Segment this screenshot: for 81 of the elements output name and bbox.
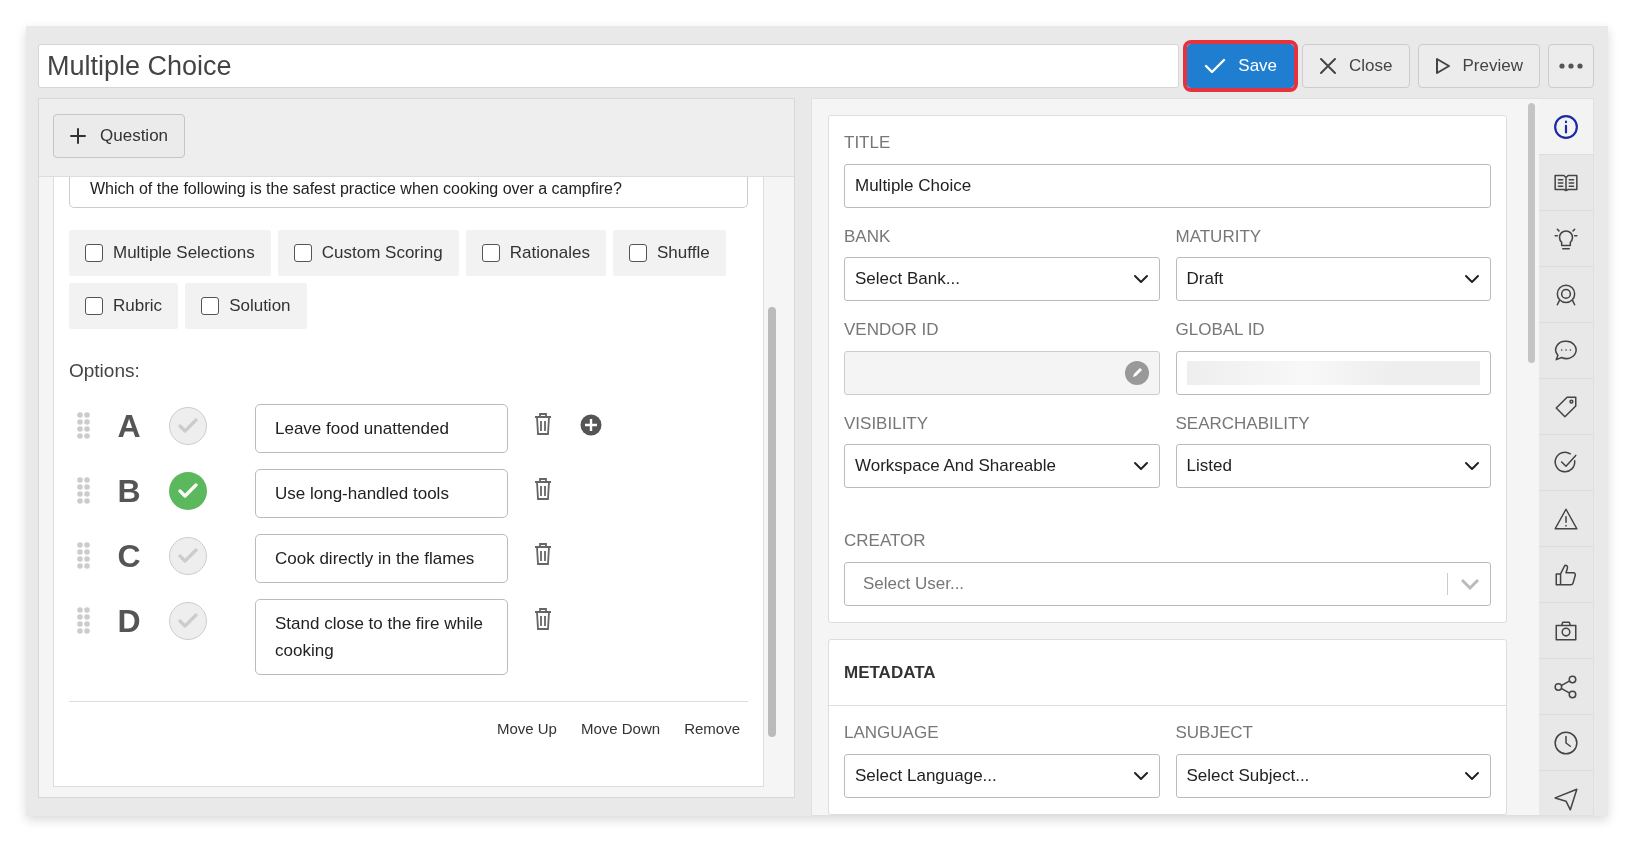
action-link[interactable]: Remove: [684, 717, 740, 740]
select-field[interactable]: Draft: [1175, 257, 1491, 301]
field-label: VENDOR ID: [844, 319, 940, 341]
more-icon: [1559, 63, 1583, 69]
scrollbar-thumb[interactable]: [1527, 103, 1535, 363]
check-icon: [178, 612, 198, 629]
sidebar-tab[interactable]: [1539, 99, 1593, 155]
tag-icon: [1553, 393, 1579, 420]
check-icon: [178, 482, 198, 499]
check-icon: [1204, 57, 1227, 75]
delete-button[interactable]: [532, 541, 554, 568]
correct-toggle[interactable]: [169, 406, 207, 445]
plus-icon: [70, 128, 86, 144]
check-icon: [178, 547, 198, 564]
chevron-icon: [1132, 461, 1149, 471]
field-label: BANK: [844, 225, 892, 248]
setting-checkbox[interactable]: Custom Scoring: [277, 230, 459, 276]
correct-toggle[interactable]: [169, 536, 207, 575]
select-field[interactable]: Listed: [1175, 444, 1491, 488]
user-select-field[interactable]: Select User...: [844, 561, 1491, 606]
action-link[interactable]: Move Up: [496, 717, 557, 740]
setting-checkbox[interactable]: Multiple Selections: [69, 230, 271, 276]
action-link[interactable]: Move Down: [580, 717, 661, 740]
close-button[interactable]: Close: [1302, 44, 1410, 88]
option-letter: B: [116, 471, 142, 511]
drag-handle-icon: [77, 541, 90, 569]
field-label: MATURITY: [1175, 225, 1263, 248]
option-letter: D: [116, 601, 142, 641]
delete-button[interactable]: [532, 476, 554, 503]
drag-handle-icon: [77, 606, 90, 634]
field-label: VISIBILITY: [844, 412, 930, 435]
chevron-icon: [1464, 274, 1480, 284]
chevron-icon: [1460, 577, 1480, 590]
setting-checkbox[interactable]: Rubric: [69, 283, 179, 329]
text-field[interactable]: Multiple Choice: [844, 163, 1491, 208]
correct-toggle[interactable]: [169, 601, 207, 640]
close-icon: [1319, 57, 1338, 75]
add-question-button[interactable]: Question: [53, 114, 186, 158]
correct-toggle[interactable]: [169, 471, 207, 510]
edit-icon[interactable]: [1124, 360, 1149, 385]
drag-handle-icon: [77, 476, 90, 504]
field-label: CREATOR: [844, 530, 927, 552]
chevron-icon: [1464, 461, 1480, 471]
setting-checkbox[interactable]: Solution: [185, 283, 307, 329]
drag-handle-icon: [77, 411, 90, 439]
scrollbar-thumb[interactable]: [768, 307, 776, 737]
option-letter: A: [116, 406, 142, 446]
select-field[interactable]: Select Language...: [844, 753, 1160, 798]
option-field[interactable]: Use long-handled tools: [255, 468, 508, 518]
select-field[interactable]: Workspace And Shareable: [844, 444, 1160, 488]
select-field[interactable]: Select Bank...: [844, 257, 1160, 301]
option-field[interactable]: Stand close to the fire while cooking: [255, 598, 508, 675]
section-heading: METADATA: [829, 639, 1506, 706]
question-field[interactable]: Which of the following is the safest practice when cooking over a campfire?: [69, 177, 748, 208]
options-label: Options:: [69, 359, 141, 383]
preview-button[interactable]: Preview: [1417, 44, 1540, 88]
select-field[interactable]: Select Subject...: [1175, 753, 1491, 798]
chevron-icon: [1464, 770, 1480, 781]
more-button[interactable]: [1548, 44, 1594, 88]
delete-button[interactable]: [532, 411, 554, 438]
title-field[interactable]: Multiple Choice: [38, 44, 1180, 88]
field-label: SUBJECT: [1175, 722, 1254, 744]
field-label: LANGUAGE: [844, 722, 940, 744]
field-label: SEARCHABILITY: [1175, 412, 1311, 435]
field-label: TITLE: [844, 132, 892, 154]
chevron-icon: [1132, 274, 1149, 284]
lightbulb-icon: [1553, 225, 1579, 252]
clock-icon: [1553, 729, 1579, 756]
share-icon: [1553, 673, 1579, 700]
chevron-icon: [1132, 770, 1149, 781]
option-field[interactable]: Cook directly in the flames: [255, 533, 508, 583]
setting-checkbox[interactable]: Rationales: [465, 230, 606, 276]
info-icon: [1553, 113, 1579, 140]
add-button[interactable]: [580, 413, 602, 436]
play-icon: [1434, 57, 1451, 75]
option-letter: C: [116, 536, 142, 576]
delete-button[interactable]: [532, 606, 554, 633]
check-icon: [178, 417, 198, 434]
option-field[interactable]: Leave food unattended: [255, 403, 508, 453]
setting-checkbox[interactable]: Shuffle: [613, 230, 726, 276]
field-label: GLOBAL ID: [1175, 319, 1266, 341]
